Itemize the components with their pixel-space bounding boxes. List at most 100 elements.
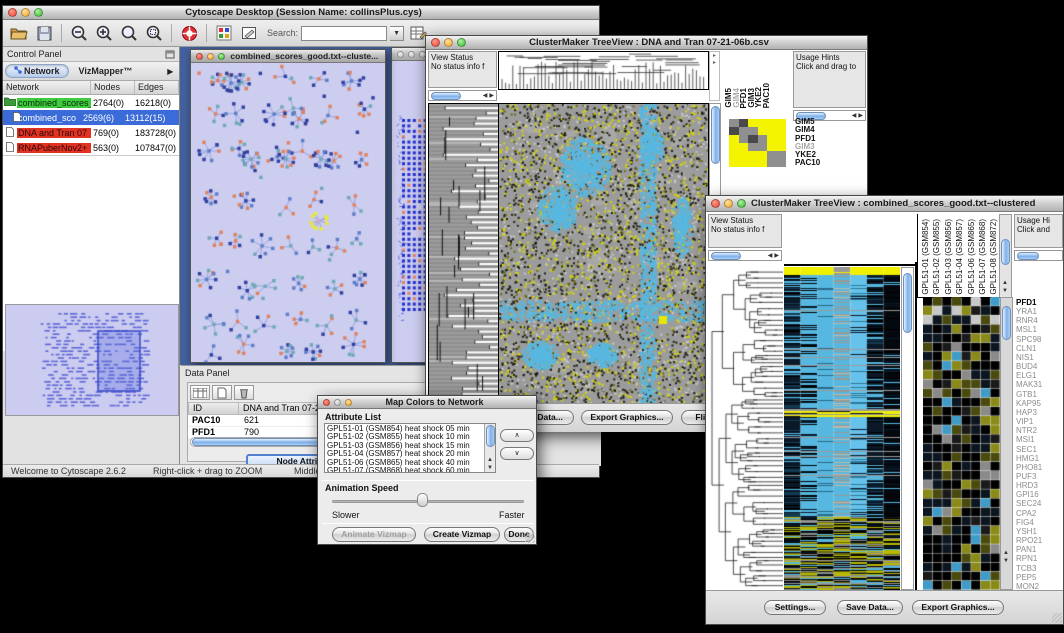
network-row[interactable]: RNAPuberNov2+563(0)107847(0) bbox=[3, 140, 179, 155]
move-down-button[interactable]: ∨ bbox=[500, 447, 534, 460]
treeview2-titlebar[interactable]: ClusterMaker TreeView : combined_scores_… bbox=[706, 196, 1063, 212]
annotation-icon[interactable] bbox=[238, 23, 260, 44]
vizmapper-icon[interactable] bbox=[213, 23, 235, 44]
zoom-window-icon[interactable] bbox=[218, 53, 225, 60]
zoom-in-icon[interactable] bbox=[93, 23, 115, 44]
gene-label-list[interactable]: PFD1YRA1RNR4MSL1SPC98CLN1NIS1BUD4ELG1MAK… bbox=[1016, 298, 1063, 591]
save-session-icon[interactable] bbox=[33, 23, 55, 44]
row-dendrogram-canvas[interactable] bbox=[428, 103, 499, 404]
export-graphics-button[interactable]: Export Graphics... bbox=[912, 600, 1004, 615]
dendro-hscrollbar[interactable]: ◀▶ bbox=[708, 250, 782, 261]
search-input[interactable] bbox=[301, 26, 387, 41]
network-window-1[interactable]: combined_scores_good.txt--cluste... bbox=[190, 49, 386, 363]
heatmap-canvas[interactable] bbox=[498, 103, 709, 404]
select-attributes-icon[interactable] bbox=[190, 385, 210, 400]
heatmap-vscrollbar[interactable] bbox=[901, 267, 914, 590]
attribute-list-scrollbar[interactable]: ▲▼ bbox=[484, 424, 495, 472]
float-panel-icon[interactable] bbox=[165, 50, 175, 59]
zoom-selected-icon[interactable] bbox=[143, 23, 165, 44]
minimize-icon[interactable] bbox=[207, 53, 214, 60]
save-data-button[interactable]: Save Data... bbox=[837, 600, 903, 615]
labels-vscrollbar[interactable]: ▲▼ bbox=[999, 214, 1012, 298]
gene-dendrogram-canvas[interactable] bbox=[708, 267, 783, 590]
scroll-left-icon[interactable]: ◀ bbox=[483, 92, 488, 100]
close-icon[interactable] bbox=[711, 199, 720, 208]
top-dendrogram-canvas[interactable] bbox=[498, 51, 709, 90]
minimize-icon[interactable] bbox=[334, 399, 341, 406]
scroll-right-icon[interactable]: ▶ bbox=[774, 252, 779, 260]
zoom-fit-icon[interactable] bbox=[118, 23, 140, 44]
settings-button[interactable]: Settings... bbox=[764, 600, 826, 615]
network-row[interactable]: DNA and Tran 07769(0)183728(0) bbox=[3, 125, 179, 140]
help-lifering-icon[interactable] bbox=[178, 23, 200, 44]
scroll-left-icon[interactable]: ◀ bbox=[768, 252, 773, 260]
global-heatmap-canvas[interactable] bbox=[784, 267, 900, 590]
scrollbar-thumb[interactable] bbox=[1017, 252, 1039, 260]
scrollbar-thumb[interactable] bbox=[1001, 239, 1010, 265]
network-row[interactable]: combined_sco2569(6)13112(15) bbox=[3, 110, 179, 125]
scrollbar-thumb[interactable] bbox=[711, 106, 720, 164]
close-icon[interactable] bbox=[397, 51, 404, 58]
zoom-out-icon[interactable] bbox=[68, 23, 90, 44]
minimize-icon[interactable] bbox=[724, 199, 733, 208]
scroll-right-icon[interactable]: ▶ bbox=[858, 112, 863, 120]
new-attribute-icon[interactable] bbox=[212, 385, 232, 400]
zoom-window-icon[interactable] bbox=[34, 8, 43, 17]
slider-thumb[interactable] bbox=[417, 493, 428, 507]
minimize-icon[interactable] bbox=[408, 51, 415, 58]
scrollbar-thumb[interactable] bbox=[903, 273, 912, 333]
zoom-window-icon[interactable] bbox=[457, 38, 466, 47]
scroll-arrows[interactable]: ▲▼ bbox=[1003, 549, 1009, 565]
minimize-icon[interactable] bbox=[444, 38, 453, 47]
close-icon[interactable] bbox=[323, 399, 330, 406]
animate-vizmap-button[interactable]: Animate Vizmap bbox=[332, 527, 416, 542]
resize-grip[interactable] bbox=[525, 533, 535, 543]
status-welcome: Welcome to Cytoscape 2.6.2 bbox=[11, 466, 126, 476]
scrollbar-thumb[interactable] bbox=[486, 425, 495, 447]
tab-network[interactable]: Network bbox=[5, 64, 69, 78]
export-graphics-button[interactable]: Export Graphics... bbox=[581, 410, 673, 425]
network-overview-panel[interactable] bbox=[5, 304, 179, 416]
zoom-window-icon[interactable] bbox=[737, 199, 746, 208]
close-icon[interactable] bbox=[196, 53, 203, 60]
hints-hscrollbar[interactable] bbox=[1014, 250, 1063, 261]
tab-overflow-icon[interactable]: ▶ bbox=[167, 67, 177, 76]
scroll-arrows[interactable]: ▲▼ bbox=[487, 456, 493, 472]
network-window-1-titlebar[interactable]: combined_scores_good.txt--cluste... bbox=[191, 50, 385, 63]
animation-speed-slider[interactable] bbox=[332, 500, 524, 503]
treeview1-titlebar[interactable]: ClusterMaker TreeView : DNA and Tran 07-… bbox=[426, 36, 867, 50]
attribute-item[interactable]: GPL51-07 (GSM868) heat shock 60 min bbox=[325, 467, 495, 473]
dialog-titlebar[interactable]: Map Colors to Network bbox=[318, 396, 536, 409]
zoom-window-icon[interactable] bbox=[345, 399, 352, 406]
close-icon[interactable] bbox=[8, 8, 17, 17]
scroll-arrows[interactable]: ▲▼ bbox=[1002, 279, 1008, 295]
attribute-list[interactable]: GPL51-01 (GSM854) heat shock 05 minGPL51… bbox=[324, 423, 496, 473]
dendro-hscrollbar[interactable]: ◀▶ bbox=[428, 90, 497, 101]
scrollbar-thumb[interactable] bbox=[431, 92, 461, 100]
create-vizmap-button[interactable]: Create Vizmap bbox=[424, 527, 500, 542]
network-overview-canvas[interactable] bbox=[6, 305, 178, 415]
scroll-left-icon[interactable]: ◀ bbox=[852, 112, 857, 120]
close-icon[interactable] bbox=[431, 38, 440, 47]
column-id[interactable]: ID bbox=[189, 403, 239, 414]
zoom-heatmap-canvas[interactable] bbox=[923, 297, 1000, 590]
move-up-button[interactable]: ∧ bbox=[500, 429, 534, 442]
gene-label: HRD3 bbox=[1016, 481, 1063, 490]
minimize-icon[interactable] bbox=[21, 8, 30, 17]
scroll-right-icon[interactable]: ▶ bbox=[489, 92, 494, 100]
zoom-vscrollbar[interactable]: ▲▼ bbox=[1000, 297, 1013, 590]
network-row[interactable]: combined_scores_2764(0)16218(0) bbox=[3, 95, 179, 110]
resize-grip[interactable] bbox=[1052, 613, 1062, 623]
open-session-icon[interactable] bbox=[8, 23, 30, 44]
dendro-corner-strip[interactable]: ▸▸ bbox=[709, 51, 720, 101]
cluster-matrix[interactable] bbox=[729, 119, 787, 167]
scrollbar-thumb[interactable] bbox=[1002, 306, 1011, 340]
matrix-cell bbox=[748, 119, 758, 127]
delete-attribute-icon[interactable] bbox=[234, 385, 254, 400]
network-view-canvas[interactable] bbox=[191, 63, 385, 362]
search-dropdown-icon[interactable]: ▼ bbox=[390, 26, 404, 41]
main-titlebar[interactable]: Cytoscape Desktop (Session Name: collins… bbox=[3, 6, 599, 20]
tab-vizmapper[interactable]: VizMapper™ bbox=[70, 64, 142, 78]
matrix-row-labels: GIM5GIM4PFD1GIM3YKE2PAC10 bbox=[795, 118, 820, 168]
scrollbar-thumb[interactable] bbox=[711, 252, 741, 260]
